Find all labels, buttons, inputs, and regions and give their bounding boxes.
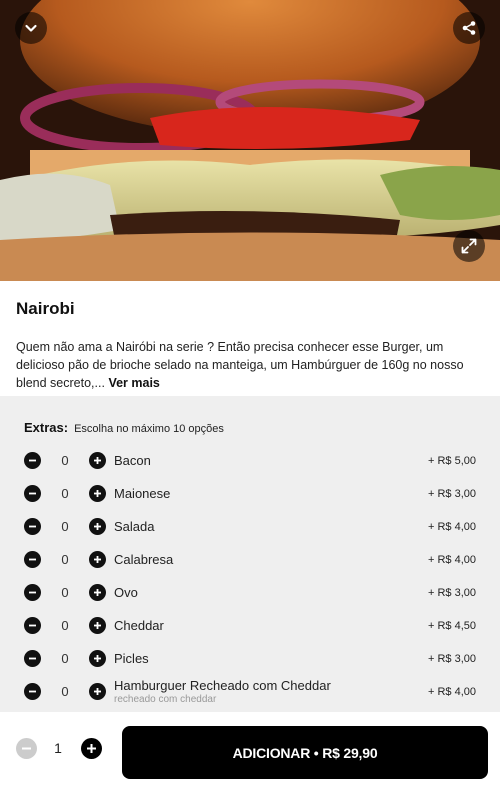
extra-name: Calabresa	[114, 552, 174, 567]
extra-price: + R$ 3,00	[427, 652, 476, 665]
minus-icon	[29, 624, 36, 627]
product-title: Nairobi	[16, 299, 75, 318]
add-to-cart-button[interactable]: ADICIONAR • R$ 29,90	[122, 726, 488, 779]
burger-photo	[0, 0, 500, 281]
minus-icon	[29, 459, 36, 462]
increase-extra-button[interactable]	[89, 452, 106, 469]
extra-name-block: Cheddar	[114, 618, 428, 633]
chevron-down-icon	[25, 24, 37, 32]
decrease-extra-button[interactable]	[24, 452, 41, 469]
quantity-value: 1	[54, 740, 62, 756]
extra-row: 0 Ovo + R$ 3,00	[24, 576, 476, 609]
extra-name: Picles	[114, 651, 149, 666]
plus-icon	[94, 688, 101, 695]
increase-extra-button[interactable]	[89, 518, 106, 535]
extra-quantity: 0	[61, 651, 69, 666]
extra-name: Salada	[114, 519, 155, 534]
extra-name: Bacon	[114, 453, 151, 468]
extra-subtitle: recheado com cheddar	[114, 694, 217, 705]
expand-image-button[interactable]	[453, 230, 485, 262]
increase-extra-button[interactable]	[89, 485, 106, 502]
plus-icon	[87, 744, 96, 753]
decrease-extra-button[interactable]	[24, 485, 41, 502]
increase-extra-button[interactable]	[89, 584, 106, 601]
extra-quantity: 0	[61, 486, 69, 501]
increase-extra-button[interactable]	[89, 551, 106, 568]
extra-price: + R$ 5,00	[427, 454, 476, 467]
extra-quantity: 0	[61, 552, 69, 567]
plus-icon	[94, 589, 101, 596]
extra-name: Maionese	[114, 486, 171, 501]
plus-icon	[94, 622, 101, 629]
description-text: Quem não ama a Nairóbi na serie ? Então …	[16, 340, 464, 390]
bottom-bar: 1 ADICIONAR • R$ 29,90	[0, 712, 500, 785]
decrease-extra-button[interactable]	[24, 518, 41, 535]
see-more-link[interactable]: Ver mais	[108, 376, 159, 390]
plus-icon	[94, 655, 101, 662]
extra-price: + R$ 3,00	[427, 586, 476, 599]
extra-name-block: Calabresa	[114, 552, 428, 567]
extra-row: 0 Maionese + R$ 3,00	[24, 477, 476, 510]
minus-icon	[29, 525, 36, 528]
extra-name-block: Ovo	[114, 585, 428, 600]
minus-icon	[29, 690, 36, 693]
extra-row: 0 Cheddar + R$ 4,50	[24, 609, 476, 642]
minus-icon	[29, 492, 36, 495]
minus-icon	[29, 657, 36, 660]
share-button[interactable]	[453, 12, 485, 44]
plus-icon	[94, 457, 101, 464]
extras-section: Extras: Escolha no máximo 10 opções 0 Bac…	[0, 396, 500, 712]
extras-hint: Escolha no máximo 10 opções	[74, 423, 224, 435]
minus-icon	[22, 747, 31, 750]
extra-row: 0 Bacon + R$ 5,00	[24, 444, 476, 477]
share-icon	[462, 21, 476, 35]
extra-name-block: Salada	[114, 519, 428, 534]
decrease-extra-button[interactable]	[24, 551, 41, 568]
extra-price: + R$ 4,00	[427, 553, 476, 566]
extra-price: + R$ 3,00	[427, 487, 476, 500]
extra-row: 0 Calabresa + R$ 4,00	[24, 543, 476, 576]
increase-quantity-button[interactable]	[81, 738, 102, 759]
extra-row: 0 Hamburguer Recheado com Cheddar recheado…	[24, 675, 476, 708]
extra-name: Ovo	[114, 585, 138, 600]
plus-icon	[94, 556, 101, 563]
product-description: Quem não ama a Nairóbi na serie ? Então …	[16, 338, 486, 392]
increase-extra-button[interactable]	[89, 617, 106, 634]
extra-quantity: 0	[61, 585, 69, 600]
extra-price: + R$ 4,00	[427, 685, 476, 698]
decrease-extra-button[interactable]	[24, 617, 41, 634]
extras-label: Extras:	[24, 420, 69, 435]
decrease-extra-button[interactable]	[24, 584, 41, 601]
extra-quantity: 0	[61, 684, 69, 699]
extra-quantity: 0	[61, 453, 69, 468]
expand-icon	[461, 238, 477, 254]
increase-extra-button[interactable]	[89, 650, 106, 667]
decrease-quantity-button[interactable]	[16, 738, 37, 759]
extra-price: + R$ 4,00	[427, 520, 476, 533]
extra-quantity: 0	[61, 618, 69, 633]
extra-row: 0 Picles + R$ 3,00	[24, 642, 476, 675]
extra-row: 0 Salada + R$ 4,00	[24, 510, 476, 543]
extra-quantity: 0	[61, 519, 69, 534]
extra-name-block: Picles	[114, 651, 428, 666]
minus-icon	[29, 558, 36, 561]
plus-icon	[94, 490, 101, 497]
minus-icon	[29, 591, 36, 594]
extra-name: Hamburguer Recheado com Cheddar	[114, 678, 331, 693]
decrease-extra-button[interactable]	[24, 650, 41, 667]
collapse-button[interactable]	[15, 12, 47, 44]
decrease-extra-button[interactable]	[24, 683, 41, 700]
product-image	[0, 0, 500, 281]
increase-extra-button[interactable]	[89, 683, 106, 700]
plus-icon	[94, 523, 101, 530]
extra-name-block: Bacon	[114, 453, 428, 468]
extra-name-block: Hamburguer Recheado com Cheddar recheado …	[114, 678, 428, 705]
extras-header: Extras: Escolha no máximo 10 opções	[24, 420, 224, 435]
extra-price: + R$ 4,50	[427, 619, 476, 632]
extra-name-block: Maionese	[114, 486, 428, 501]
extra-name: Cheddar	[114, 618, 164, 633]
